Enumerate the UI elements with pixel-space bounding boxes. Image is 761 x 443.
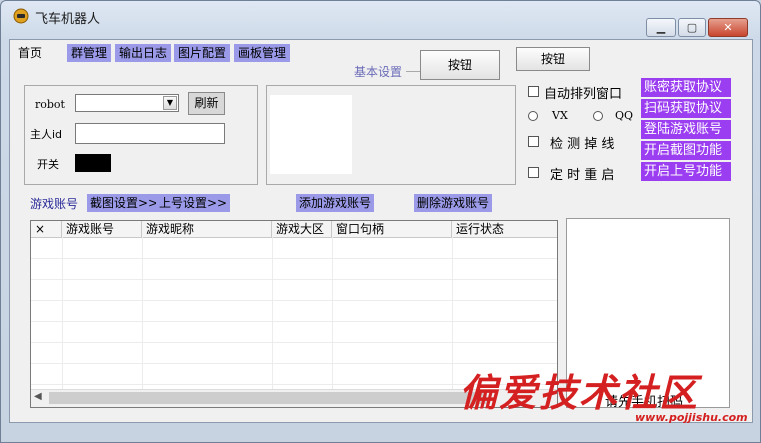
detect-drop-label: 检 测 掉 线 (550, 137, 615, 152)
grid-line (31, 300, 557, 301)
action-button-1[interactable]: 按钮 (420, 50, 500, 80)
account-password-protocol-button[interactable]: 账密获取协议 (641, 78, 731, 97)
scroll-thumb[interactable] (49, 392, 487, 404)
legend-divider (406, 71, 420, 72)
master-id-input[interactable] (75, 123, 225, 144)
qq-label: QQ (615, 109, 634, 122)
button-label: 扫码获取协议 (644, 101, 723, 116)
game-account-label: 游戏账号 (30, 197, 79, 211)
close-button[interactable]: ✕ (708, 18, 748, 37)
close-icon: ✕ (723, 21, 733, 34)
tab-group-management[interactable]: 群管理 (67, 44, 112, 62)
grid-line (62, 237, 63, 389)
watermark-logo: 偏爱技术社区 (459, 370, 700, 415)
grid-line (272, 237, 273, 389)
vx-label: VX (552, 109, 568, 122)
timed-restart-label: 定 时 重 启 (550, 168, 615, 183)
robot-settings-panel: robot ▼ 刷新 主人id 开关 (24, 85, 258, 185)
tab-canvas-management[interactable]: 画板管理 (234, 44, 291, 62)
add-game-account-button[interactable]: 添加游戏账号 (296, 194, 375, 212)
button-label: 截图设置>> (90, 196, 159, 210)
action-button-2[interactable]: 按钮 (516, 47, 590, 71)
button-label: 按钮 (540, 52, 565, 66)
master-id-label: 主人id (30, 128, 63, 141)
switch-label: 开关 (37, 158, 59, 171)
tab-label: 图片配置 (178, 46, 227, 60)
grid-line (332, 237, 333, 389)
tab-output-log[interactable]: 输出日志 (115, 44, 172, 62)
column-game-region[interactable]: 游戏大区 (272, 221, 332, 237)
enable-screenshot-button[interactable]: 开启截图功能 (641, 141, 731, 160)
button-label: 添加游戏账号 (299, 196, 372, 210)
button-label: 开启上号功能 (644, 164, 723, 179)
delete-game-account-button[interactable]: 删除游戏账号 (414, 194, 493, 212)
button-label: 登陆游戏账号 (644, 122, 723, 137)
button-label: 按钮 (447, 58, 472, 72)
grid-line (142, 237, 143, 389)
auto-arrange-checkbox[interactable] (528, 86, 539, 97)
qr-scan-protocol-button[interactable]: 扫码获取协议 (641, 99, 731, 118)
chevron-down-icon[interactable]: ▼ (163, 96, 177, 110)
detect-drop-checkbox[interactable] (528, 136, 539, 147)
button-label: 账密获取协议 (644, 80, 723, 95)
tab-home[interactable]: 首页 (14, 44, 46, 62)
grid-line (452, 237, 453, 389)
minimize-button[interactable]: ▁ (646, 18, 676, 37)
column-window-handle[interactable]: 窗口句柄 (332, 221, 452, 237)
basic-settings-legend: 基本设置 (352, 63, 405, 80)
button-label: 删除游戏账号 (417, 196, 490, 210)
column-game-nickname[interactable]: 游戏昵称 (142, 221, 272, 237)
grid-line (31, 258, 557, 259)
grid-line (31, 279, 557, 280)
preview-image (270, 95, 352, 174)
robot-label: robot (35, 98, 65, 111)
tab-label: 画板管理 (238, 46, 287, 60)
preview-panel (266, 85, 516, 185)
screenshot-settings-button[interactable]: 截图设置>> (87, 194, 162, 212)
race-car-icon (13, 8, 29, 24)
column-run-status[interactable]: 运行状态 (452, 221, 557, 237)
column-select[interactable]: × (31, 221, 62, 237)
timed-restart-checkbox[interactable] (528, 167, 539, 178)
scroll-left-icon[interactable]: ◀ (34, 391, 42, 402)
minimize-icon: ▁ (656, 21, 666, 34)
login-settings-button[interactable]: 上号设置>> (156, 194, 231, 212)
tab-label: 群管理 (71, 46, 108, 60)
login-game-account-button[interactable]: 登陆游戏账号 (641, 120, 731, 139)
button-label: 刷新 (194, 96, 219, 110)
tab-label: 输出日志 (119, 46, 168, 60)
app-window: 飞车机器人 ▁ ▢ ✕ 首页 群管理 输出日志 图片配置 画板管理 按钮 按钮 … (0, 0, 761, 443)
tab-label: 首页 (18, 46, 43, 60)
maximize-button[interactable]: ▢ (678, 18, 706, 37)
robot-select[interactable]: ▼ (75, 94, 179, 112)
switch-toggle[interactable] (75, 154, 111, 172)
grid-line (31, 342, 557, 343)
qq-radio[interactable] (593, 111, 603, 121)
enable-login-button[interactable]: 开启上号功能 (641, 162, 731, 181)
vx-radio[interactable] (528, 111, 538, 121)
table-header: × 游戏账号 游戏昵称 游戏大区 窗口句柄 运行状态 (31, 221, 557, 238)
auto-arrange-label: 自动排列窗口 (544, 87, 623, 102)
watermark-url: www.pojjishu.com (635, 411, 748, 424)
title-bar[interactable]: 飞车机器人 ▁ ▢ ✕ (1, 1, 760, 37)
window-title: 飞车机器人 (35, 12, 101, 27)
grid-line (31, 321, 557, 322)
maximize-icon: ▢ (686, 21, 698, 34)
refresh-button[interactable]: 刷新 (188, 92, 225, 115)
column-game-account[interactable]: 游戏账号 (62, 221, 142, 237)
tab-image-config[interactable]: 图片配置 (174, 44, 231, 62)
button-label: 开启截图功能 (644, 143, 723, 158)
button-label: 上号设置>> (159, 196, 228, 210)
